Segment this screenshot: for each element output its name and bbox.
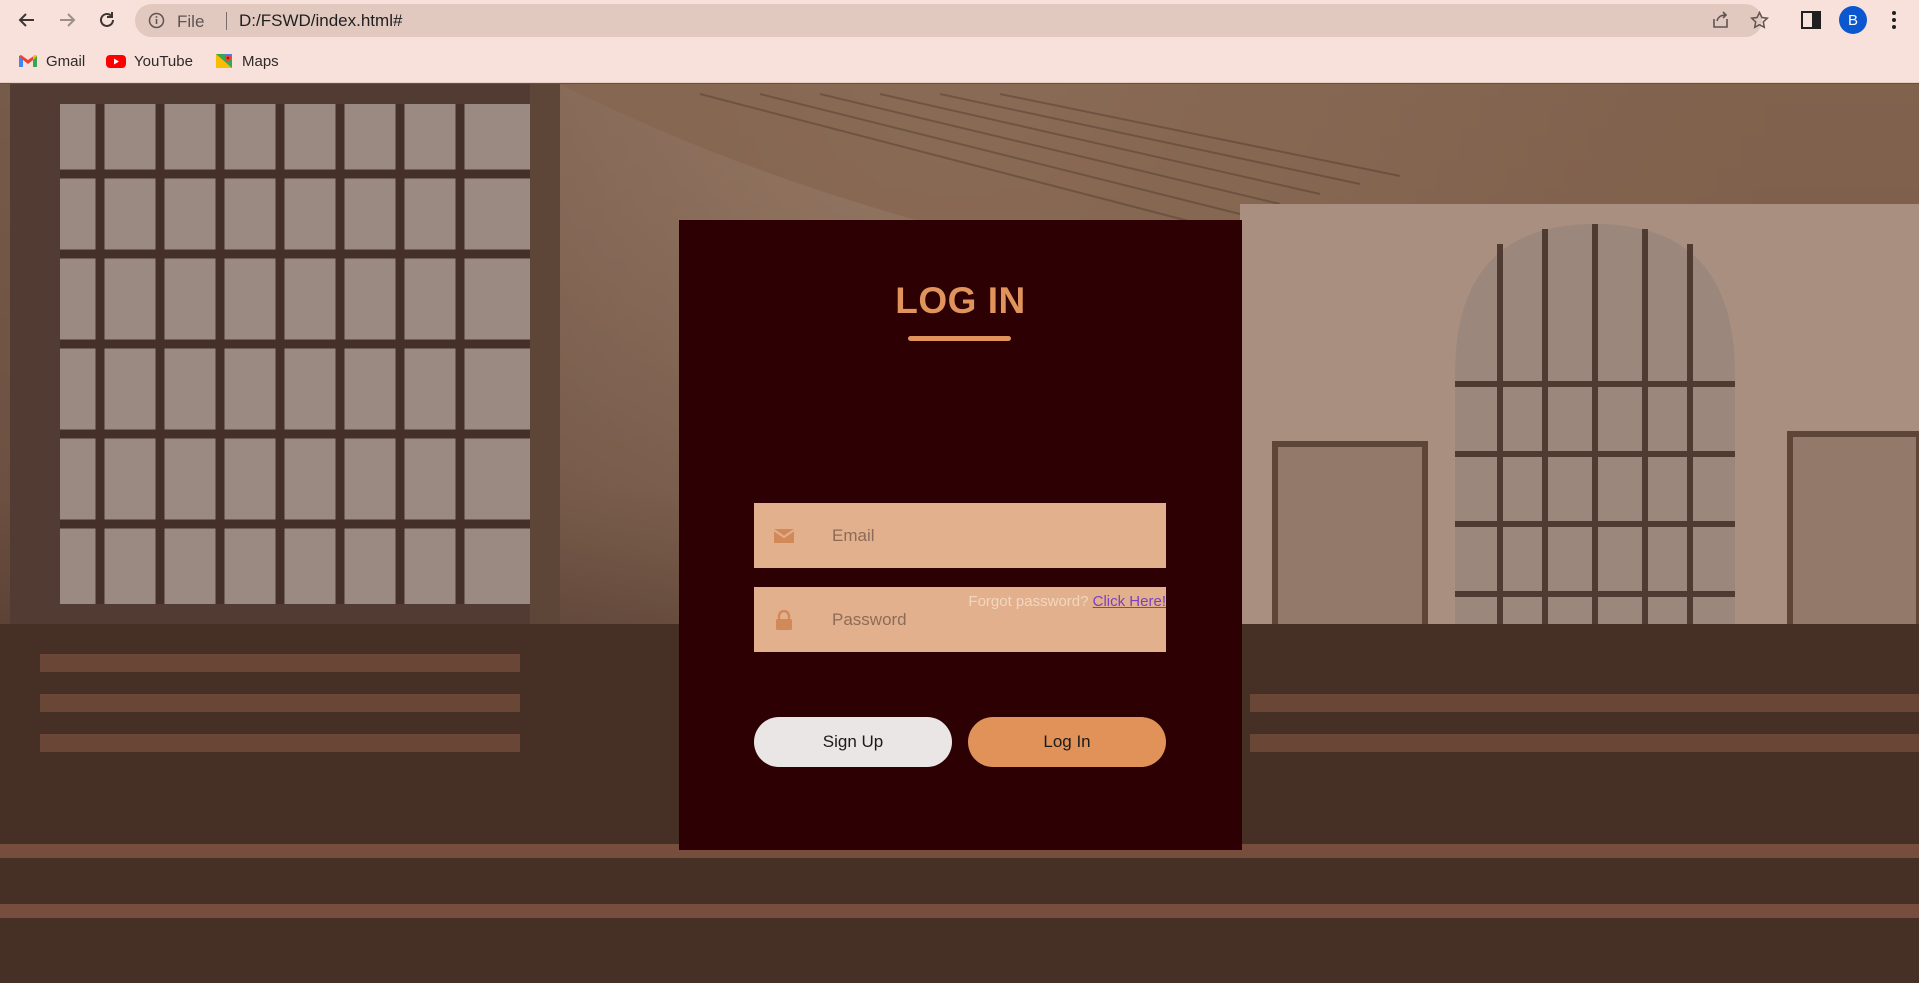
- back-button[interactable]: [13, 6, 41, 34]
- bookmarks-bar: Gmail YouTube Maps: [0, 41, 1919, 83]
- youtube-icon: [106, 55, 126, 68]
- lock-icon: [776, 610, 792, 630]
- forward-button[interactable]: [53, 6, 81, 34]
- forgot-password-row: Forgot password? Click Here!: [754, 593, 1166, 610]
- forgot-password-link[interactable]: Click Here!: [1093, 593, 1166, 610]
- page-viewport: LOG IN Forgot password? Click Here! Sign…: [0, 84, 1919, 983]
- log-in-button[interactable]: Log In: [968, 717, 1166, 767]
- kebab-menu-icon[interactable]: [1883, 9, 1905, 31]
- address-bar[interactable]: File D:/FSWD/index.html#: [135, 4, 1769, 37]
- forgot-password-text: Forgot password?: [968, 593, 1089, 610]
- bookmark-youtube[interactable]: YouTube: [106, 49, 193, 73]
- email-input[interactable]: [832, 503, 1152, 568]
- email-field[interactable]: [754, 503, 1166, 568]
- reload-button[interactable]: [93, 6, 121, 34]
- gmail-icon: [19, 55, 37, 67]
- bookmark-maps[interactable]: Maps: [214, 49, 279, 73]
- maps-icon: [216, 54, 232, 68]
- bookmark-gmail[interactable]: Gmail: [18, 49, 85, 73]
- profile-avatar[interactable]: B: [1839, 6, 1867, 34]
- arrow-left-icon: [18, 13, 34, 27]
- url-scheme: File: [177, 12, 205, 31]
- url-text[interactable]: D:/FSWD/index.html#: [225, 11, 402, 31]
- reload-icon: [100, 12, 114, 27]
- share-icon[interactable]: [1711, 11, 1730, 30]
- info-icon[interactable]: [148, 12, 165, 29]
- title-underline: [908, 336, 1011, 341]
- side-panel-icon[interactable]: [1800, 9, 1822, 31]
- bookmark-star-icon[interactable]: [1750, 11, 1769, 30]
- bookmark-label: Gmail: [46, 52, 86, 70]
- browser-toolbar: File D:/FSWD/index.html# B: [0, 0, 1919, 41]
- login-title: LOG IN: [895, 280, 1026, 321]
- bookmark-label: YouTube: [134, 52, 193, 70]
- login-card: LOG IN Forgot password? Click Here! Sign…: [679, 220, 1242, 850]
- bookmark-label: Maps: [242, 52, 279, 70]
- envelope-icon: [773, 529, 795, 543]
- sign-up-button[interactable]: Sign Up: [754, 717, 952, 767]
- arrow-right-icon: [60, 13, 76, 27]
